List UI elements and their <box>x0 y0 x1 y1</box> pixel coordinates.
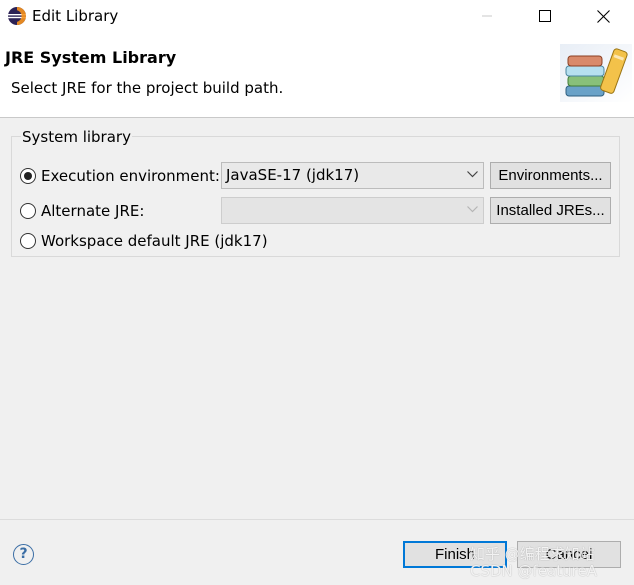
execution-environment-option[interactable]: Execution environment: <box>20 167 220 185</box>
close-button[interactable] <box>580 0 626 32</box>
system-library-group: System library Execution environment: Ja… <box>11 128 620 257</box>
eclipse-icon <box>7 6 27 26</box>
alternate-jre-radio[interactable] <box>20 203 36 219</box>
alternate-jre-option[interactable]: Alternate JRE: <box>20 202 144 220</box>
minimize-icon <box>482 15 492 17</box>
dialog-header: JRE System Library Select JRE for the pr… <box>0 34 634 118</box>
environments-button[interactable]: Environments... <box>490 162 611 189</box>
execution-environment-radio[interactable] <box>20 168 36 184</box>
close-icon <box>596 9 610 23</box>
chevron-down-icon <box>467 171 478 178</box>
page-description: Select JRE for the project build path. <box>11 79 284 97</box>
execution-environment-select[interactable]: JavaSE-17 (jdk17) <box>221 162 484 189</box>
workspace-default-radio[interactable] <box>20 233 36 249</box>
alternate-jre-select[interactable] <box>221 197 484 224</box>
alternate-jre-label: Alternate JRE: <box>41 202 145 220</box>
watermark: 知乎 @编程求知站 CSDN @featureA <box>470 545 597 580</box>
help-icon[interactable]: ? <box>13 544 34 565</box>
maximize-button[interactable] <box>522 0 568 32</box>
workspace-default-option[interactable]: Workspace default JRE (jdk17) <box>20 232 268 250</box>
installed-jres-button[interactable]: Installed JREs... <box>490 197 611 224</box>
group-label: System library <box>21 128 132 146</box>
maximize-icon <box>539 10 551 22</box>
footer-divider <box>0 519 634 520</box>
execution-environment-value: JavaSE-17 (jdk17) <box>226 166 360 184</box>
execution-environment-label: Execution environment: <box>41 167 220 185</box>
window-title: Edit Library <box>32 7 119 25</box>
workspace-default-label: Workspace default JRE (jdk17) <box>41 232 268 250</box>
library-books-icon <box>560 44 632 102</box>
chevron-down-icon <box>467 206 478 213</box>
page-title: JRE System Library <box>5 48 177 67</box>
minimize-button[interactable] <box>464 0 510 32</box>
title-bar: Edit Library <box>0 0 634 34</box>
